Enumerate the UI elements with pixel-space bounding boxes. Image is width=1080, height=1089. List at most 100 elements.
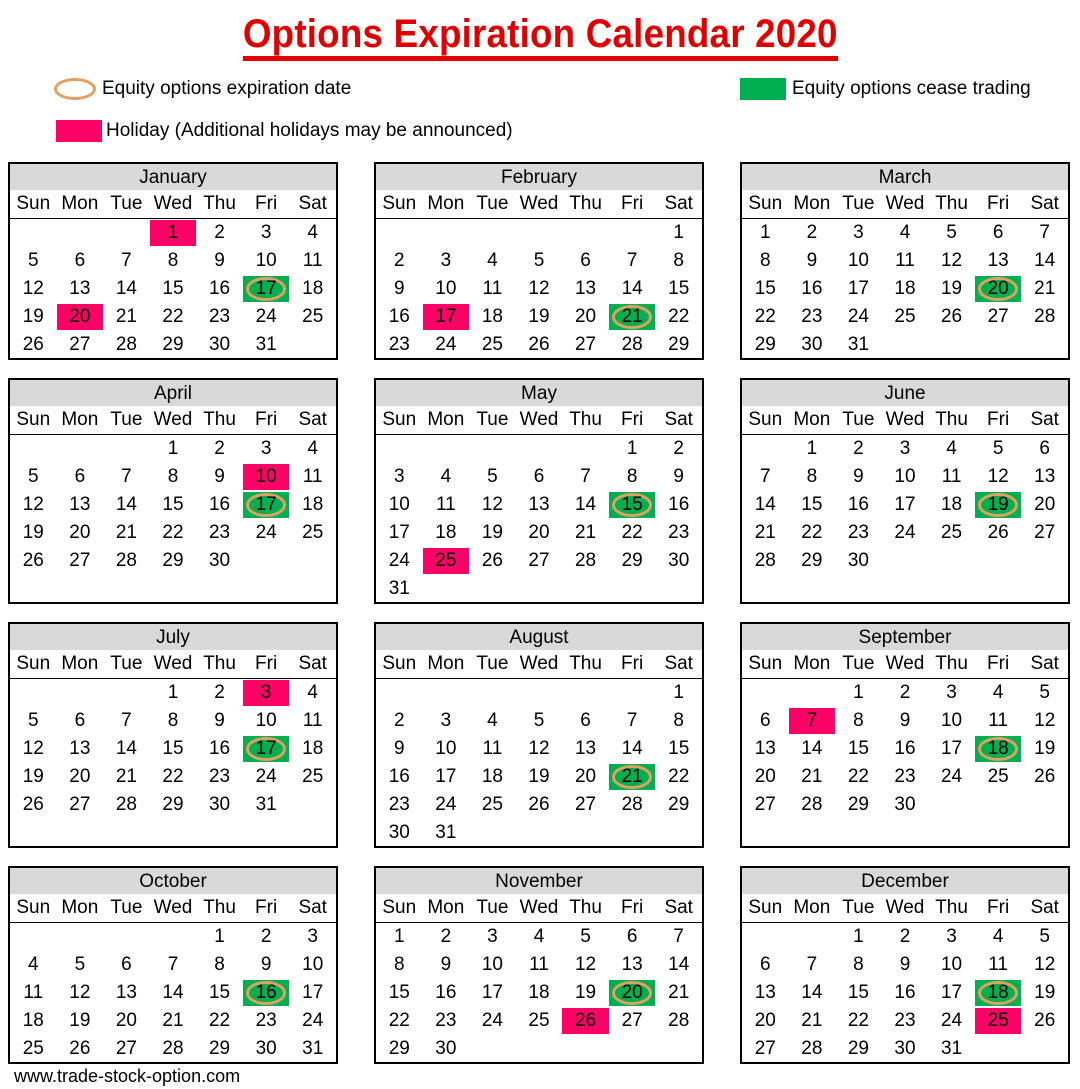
weekday-label: Fri bbox=[255, 653, 278, 674]
day-cell: 30 bbox=[835, 547, 882, 575]
day-number: 5 bbox=[487, 466, 498, 487]
empty-cell bbox=[423, 219, 470, 247]
day-cell: 26 bbox=[516, 331, 563, 359]
empty-cell bbox=[57, 219, 104, 247]
day-cell: 15 bbox=[742, 275, 789, 303]
month-november: November Sun Mon Tue Wed Thu Fri Sat 1 2 3 4 5 6 7 8 9 10… bbox=[374, 866, 704, 1064]
weekday-label: Tue bbox=[110, 653, 143, 674]
day-grid: 1 2 3 4 5 6 7 8 9 10 11 12 13 14 15 16 17 18 19 20 21 22 23 24 2… bbox=[10, 923, 336, 1063]
day-number: 2 bbox=[440, 926, 452, 947]
day-number: 18 bbox=[528, 982, 550, 1003]
day-cell: 7 bbox=[789, 951, 836, 979]
day-cell: 26 bbox=[10, 791, 57, 819]
weekday-label: Wed bbox=[519, 897, 559, 918]
day-cell: 19 bbox=[562, 979, 609, 1007]
day-number: 4 bbox=[946, 438, 957, 459]
day-number: 24 bbox=[255, 306, 277, 327]
day-cell: 14 bbox=[609, 735, 656, 763]
day-number: 6 bbox=[759, 954, 771, 975]
day-number: 18 bbox=[302, 278, 324, 299]
day-number: 2 bbox=[214, 438, 225, 459]
day-grid: 1 2 3 4 5 6 7 8 9 10 11 12 13 14 15 16 17 18 19 20 21 22 23 24 2… bbox=[10, 679, 336, 819]
day-number: 11 bbox=[988, 710, 1008, 731]
weekday-label: Mon bbox=[61, 653, 99, 674]
day-cell: 13 bbox=[609, 951, 656, 979]
day-cell: 16 bbox=[835, 491, 882, 519]
day-number: 23 bbox=[208, 522, 231, 543]
day-number: 27 bbox=[574, 334, 597, 355]
day-cell: 21 bbox=[655, 979, 702, 1007]
day-cell: 10 bbox=[243, 247, 290, 275]
day-number: 10 bbox=[435, 278, 457, 299]
empty-cell bbox=[516, 435, 563, 463]
day-number: 10 bbox=[388, 494, 410, 515]
day-cell: 9 bbox=[655, 463, 702, 491]
day-cell-expiration: 21 bbox=[608, 303, 656, 331]
day-cell: 1 bbox=[609, 435, 656, 463]
day-number: 1 bbox=[167, 682, 179, 703]
day-cell-expiration: 17 bbox=[242, 275, 290, 303]
day-number: 17 bbox=[435, 306, 457, 327]
day-number: 11 bbox=[529, 954, 549, 975]
day-cell: 11 bbox=[975, 707, 1022, 735]
weekday-label: Tue bbox=[110, 193, 143, 214]
weekday-label: Thu bbox=[203, 897, 236, 918]
day-number: 23 bbox=[255, 1010, 277, 1031]
day-cell: 16 bbox=[882, 735, 929, 763]
day-cell: 23 bbox=[376, 791, 423, 819]
day-cell: 13 bbox=[975, 247, 1022, 275]
day-cell: 5 bbox=[928, 219, 975, 247]
weekday-header: Sun Mon Tue Wed Thu Fri Sat bbox=[10, 406, 336, 435]
day-number: 6 bbox=[580, 250, 591, 271]
day-number: 18 bbox=[987, 982, 1009, 1003]
weekday-label: Thu bbox=[935, 653, 968, 674]
day-cell: 19 bbox=[10, 303, 57, 331]
day-cell: 3 bbox=[243, 435, 290, 463]
day-number: 15 bbox=[668, 738, 690, 759]
day-cell: 4 bbox=[10, 951, 57, 979]
day-cell: 7 bbox=[103, 707, 150, 735]
day-cell: 30 bbox=[882, 1035, 929, 1063]
day-number: 17 bbox=[302, 982, 324, 1003]
day-cell: 18 bbox=[882, 275, 929, 303]
day-number: 30 bbox=[668, 550, 690, 571]
day-cell: 18 bbox=[423, 519, 470, 547]
weekday-label: Sun bbox=[748, 193, 783, 214]
day-cell: 8 bbox=[835, 951, 882, 979]
day-number: 29 bbox=[388, 1038, 410, 1059]
day-cell: 31 bbox=[835, 331, 882, 359]
day-number: 30 bbox=[208, 794, 231, 815]
day-cell: 8 bbox=[150, 707, 197, 735]
weekday-label: Wed bbox=[885, 193, 925, 214]
day-cell: 11 bbox=[289, 247, 336, 275]
day-number: 18 bbox=[481, 766, 503, 787]
legend-holiday-label: Holiday (Additional holidays may be anno… bbox=[106, 120, 513, 141]
day-cell: 25 bbox=[289, 763, 336, 791]
weekday-label: Thu bbox=[935, 897, 968, 918]
day-number: 25 bbox=[987, 1010, 1009, 1031]
weekday-label: Fri bbox=[621, 409, 644, 430]
legend-expiration-label: Equity options expiration date bbox=[102, 78, 352, 99]
day-number: 3 bbox=[260, 222, 272, 243]
day-number: 31 bbox=[847, 334, 869, 355]
day-number: 31 bbox=[302, 1038, 324, 1059]
day-number: 7 bbox=[626, 710, 638, 731]
day-number: 13 bbox=[69, 494, 91, 515]
day-cell: 18 bbox=[10, 1007, 57, 1035]
day-number: 21 bbox=[801, 766, 823, 787]
day-number: 14 bbox=[668, 954, 690, 975]
day-number: 8 bbox=[167, 710, 179, 731]
empty-cell bbox=[57, 679, 104, 707]
day-cell: 18 bbox=[289, 735, 336, 763]
day-cell: 13 bbox=[57, 275, 104, 303]
day-number: 13 bbox=[69, 738, 91, 759]
day-cell: 21 bbox=[150, 1007, 197, 1035]
empty-cell bbox=[376, 679, 423, 707]
day-number: 30 bbox=[435, 1038, 457, 1059]
day-number: 7 bbox=[121, 466, 132, 487]
day-cell: 26 bbox=[469, 547, 516, 575]
day-cell: 2 bbox=[196, 219, 243, 247]
day-cell: 22 bbox=[376, 1007, 423, 1035]
weekday-label: Tue bbox=[110, 409, 143, 430]
day-grid: 1 2 3 4 5 6 7 8 9 10 11 12 13 14 15 16 17 18 19 20 21 22 23 24 2… bbox=[742, 219, 1068, 359]
